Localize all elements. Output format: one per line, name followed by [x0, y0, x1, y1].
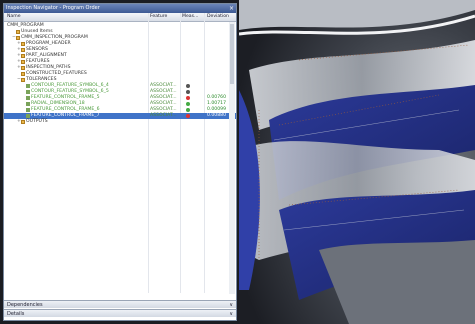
measurement-status-icon [186, 108, 190, 112]
close-icon[interactable]: × [229, 4, 234, 13]
impeller-model-render [239, 0, 475, 324]
folder-icon [21, 78, 25, 82]
folder-icon [16, 30, 20, 34]
scrollbar-thumb[interactable] [230, 24, 234, 84]
details-bar[interactable]: Details ∨ [4, 309, 236, 317]
measurement-status-icon [186, 90, 190, 94]
column-header-meas[interactable]: Meas... [182, 13, 198, 21]
panel-titlebar: Inspection Navigator - Program Order × [4, 4, 236, 13]
tolerance-icon [26, 114, 30, 118]
tolerance-icon [26, 84, 30, 88]
measurement-status-icon [186, 96, 190, 100]
tolerance-icon [26, 96, 30, 100]
3d-graphics-viewport[interactable] [239, 0, 475, 324]
measurement-status-icon [186, 114, 190, 118]
column-header-name[interactable]: Name [7, 13, 21, 21]
folder-icon [21, 72, 25, 76]
chevron-down-icon[interactable]: ∨ [229, 310, 233, 318]
column-header-deviation[interactable]: Deviation [207, 13, 229, 21]
vertical-scrollbar[interactable] [229, 22, 235, 294]
folder-icon [21, 60, 25, 64]
tree-row[interactable]: + OUTPUTS [4, 119, 236, 125]
measurement-status-icon [186, 102, 190, 106]
tolerance-icon [26, 90, 30, 94]
inspection-navigator-panel: Inspection Navigator - Program Order × N… [3, 3, 237, 321]
tolerance-icon [26, 102, 30, 106]
measurement-status-icon [186, 84, 190, 88]
tolerance-icon [26, 108, 30, 112]
folder-icon [16, 36, 20, 40]
dependencies-label: Dependencies [7, 302, 43, 308]
dependencies-bar[interactable]: Dependencies ∨ [4, 300, 236, 308]
panel-title: Inspection Navigator - Program Order [6, 5, 100, 11]
column-header-row: Name Feature Meas... Deviation [4, 13, 236, 22]
chevron-down-icon[interactable]: ∨ [229, 301, 233, 309]
tree-row-label: OUTPUTS [26, 119, 48, 124]
column-header-feature[interactable]: Feature [150, 13, 167, 21]
folder-icon [21, 66, 25, 70]
folder-icon [21, 120, 25, 124]
details-label: Details [7, 311, 25, 317]
folder-icon [21, 42, 25, 46]
folder-icon [21, 48, 25, 52]
folder-icon [21, 54, 25, 58]
